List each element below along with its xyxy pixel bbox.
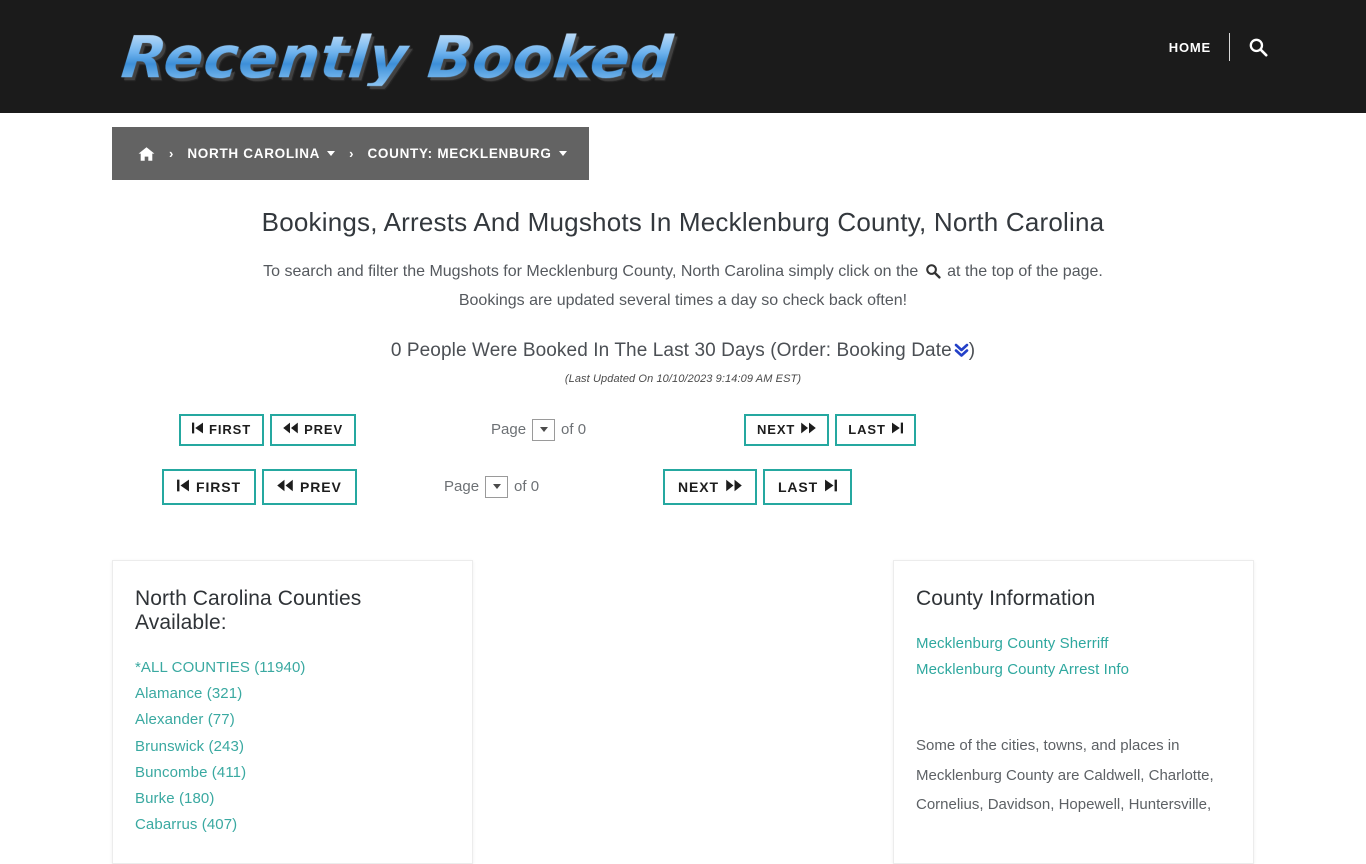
pagination-top: FIRST PREV Page of 0 NEXT LAST	[112, 413, 1254, 447]
page-label: Page	[444, 478, 480, 496]
next-page-button[interactable]: NEXT	[744, 413, 830, 446]
breadcrumb-separator: ›	[169, 146, 174, 161]
booked-count-text-close: )	[968, 339, 976, 361]
panels-row: North Carolina Counties Available: *ALL …	[112, 559, 1254, 864]
next-page-label: NEXT	[678, 478, 719, 495]
next-page-label: NEXT	[757, 422, 796, 438]
site-header: Recently Booked HOME	[0, 0, 1366, 113]
search-icon	[925, 262, 941, 288]
header-nav: HOME	[1169, 33, 1268, 61]
page-intro-before: To search and filter the Mugshots for Me…	[263, 263, 919, 281]
last-updated-text: (Last Updated On 10/10/2023 9:14:09 AM E…	[564, 372, 802, 385]
list-item[interactable]: Alamance (321)	[135, 681, 450, 707]
skip-to-start-icon	[177, 479, 189, 495]
page-select[interactable]	[532, 418, 556, 441]
home-icon[interactable]	[138, 146, 155, 162]
last-page-label: LAST	[777, 478, 819, 495]
breadcrumb-item-north-carolina[interactable]: NORTH CAROLINA	[187, 146, 336, 161]
prev-page-button[interactable]: PREV	[261, 468, 357, 505]
page-selector-group: Page of 0	[444, 475, 540, 498]
list-item[interactable]: Alexander (77)	[135, 707, 450, 733]
first-page-button[interactable]: FIRST	[179, 413, 265, 446]
county-information-panel: County Information Mecklenburg County Sh…	[893, 559, 1254, 864]
last-page-label: LAST	[848, 422, 886, 438]
next-page-button[interactable]: NEXT	[663, 468, 757, 505]
county-arrest-info-link[interactable]: Mecklenburg County Arrest Info	[916, 657, 1231, 683]
breadcrumb-item-label: NORTH CAROLINA	[187, 146, 321, 161]
page-select[interactable]	[485, 475, 509, 498]
search-icon[interactable]	[1248, 37, 1268, 57]
counties-list: *ALL COUNTIES (11940) Alamance (321) Ale…	[135, 655, 450, 839]
page-container: › NORTH CAROLINA › COUNTY: MECKLENBURG B…	[112, 113, 1254, 864]
first-page-label: FIRST	[209, 422, 252, 438]
county-information-title: County Information	[916, 586, 1096, 610]
list-item[interactable]: Cabarrus (407)	[135, 812, 450, 838]
breadcrumb-separator: ›	[349, 146, 354, 161]
county-sheriff-link[interactable]: Mecklenburg County Sherriff	[916, 631, 1231, 657]
fast-forward-icon	[726, 479, 742, 495]
site-logo[interactable]: Recently Booked	[118, 23, 676, 91]
last-page-button[interactable]: LAST	[762, 468, 853, 505]
pagination-right-group: NEXT LAST	[744, 413, 916, 446]
list-item[interactable]: *ALL COUNTIES (11940)	[135, 655, 450, 681]
breadcrumb-item-county-mecklenburg[interactable]: COUNTY: MECKLENBURG	[367, 146, 567, 161]
prev-page-label: PREV	[299, 478, 342, 495]
page-total-label: of 0	[514, 478, 540, 496]
caret-down-icon	[558, 151, 567, 156]
list-item[interactable]: Brunswick (243)	[135, 734, 450, 760]
caret-down-icon	[327, 151, 336, 156]
nav-divider	[1229, 33, 1230, 61]
prev-page-button[interactable]: PREV	[270, 413, 357, 446]
skip-to-end-icon	[891, 422, 903, 437]
pagination-left-group: FIRST PREV	[162, 468, 357, 505]
chevron-down-icon	[539, 427, 548, 433]
county-information-body: Some of the cities, towns, and places in…	[916, 737, 1214, 813]
booked-count-text: 0 People Were Booked In The Last 30 Days…	[390, 339, 952, 361]
first-page-label: FIRST	[196, 478, 241, 495]
rewind-icon	[283, 422, 298, 437]
prev-page-label: PREV	[304, 422, 344, 438]
counties-panel: North Carolina Counties Available: *ALL …	[112, 559, 473, 864]
breadcrumb-item-label: COUNTY: MECKLENBURG	[367, 146, 552, 161]
page-intro: To search and filter the Mugshots for Me…	[243, 259, 1123, 314]
skip-to-end-icon	[825, 479, 838, 495]
rewind-icon	[277, 479, 293, 495]
list-item[interactable]: Burke (180)	[135, 786, 450, 812]
page-title: Bookings, Arrests And Mugshots In Meckle…	[261, 207, 1105, 237]
list-item[interactable]: Buncombe (411)	[135, 760, 450, 786]
last-page-button[interactable]: LAST	[835, 413, 916, 446]
pagination-right-group: NEXT LAST	[663, 468, 853, 505]
page-label: Page	[491, 421, 527, 439]
double-chevron-down-icon[interactable]	[954, 341, 969, 364]
fast-forward-icon	[801, 422, 817, 437]
first-page-button[interactable]: FIRST	[162, 468, 256, 505]
skip-to-start-icon	[192, 422, 203, 437]
chevron-down-icon	[492, 484, 501, 490]
pagination-left-group: FIRST PREV	[179, 413, 357, 446]
page-selector-group: Page of 0	[491, 418, 587, 441]
nav-home-link[interactable]: HOME	[1169, 40, 1229, 55]
counties-panel-title: North Carolina Counties Available:	[135, 586, 362, 634]
page-total-label: of 0	[561, 421, 587, 439]
pagination-bottom: FIRST PREV Page of 0 NEXT LAST	[112, 468, 1254, 505]
booked-count-line: 0 People Were Booked In The Last 30 Days…	[112, 340, 1254, 364]
breadcrumb: › NORTH CAROLINA › COUNTY: MECKLENBURG	[112, 127, 589, 180]
